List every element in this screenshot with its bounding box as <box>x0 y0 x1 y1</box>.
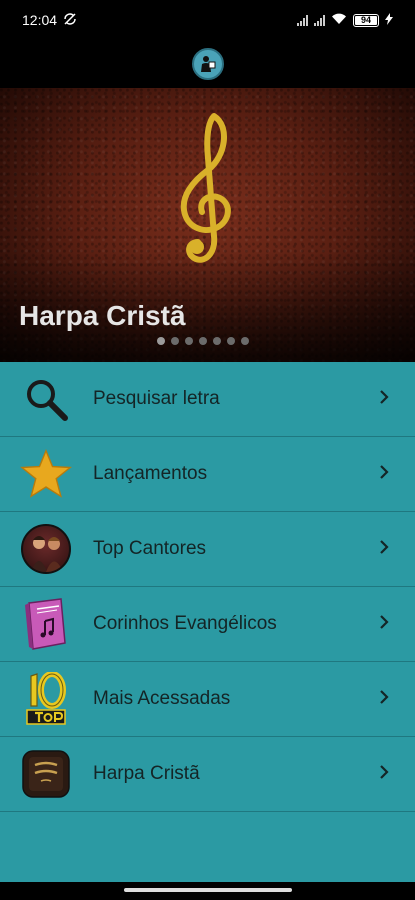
carousel-dot[interactable] <box>227 337 235 345</box>
system-nav-bar <box>0 882 415 900</box>
menu-item-pesquisar-letra[interactable]: Pesquisar letra <box>0 362 415 437</box>
main-menu: Pesquisar letra Lançamentos Top Cantores… <box>0 362 415 882</box>
home-gesture-handle[interactable] <box>124 888 292 892</box>
menu-item-label: Mais Acessadas <box>93 688 231 709</box>
carousel-dot[interactable] <box>199 337 207 345</box>
cell-signal-icon <box>297 14 308 26</box>
carousel-indicator <box>157 337 249 345</box>
carousel-dot[interactable] <box>171 337 179 345</box>
menu-item-top-cantores[interactable]: Top Cantores <box>0 512 415 587</box>
menu-item-corinhos-evangelicos[interactable]: Corinhos Evangélicos <box>0 587 415 662</box>
chevron-right-icon <box>379 389 389 410</box>
wifi-icon <box>331 12 347 28</box>
status-time: 12:04 <box>22 12 58 28</box>
menu-item-harpa-crista[interactable]: Harpa Cristã <box>0 737 415 812</box>
chevron-right-icon <box>379 689 389 710</box>
carousel-dot[interactable] <box>241 337 249 345</box>
menu-item-label: Lançamentos <box>93 463 208 484</box>
songbook-icon <box>20 598 72 650</box>
search-icon <box>20 373 72 425</box>
carousel-dot[interactable] <box>213 337 221 345</box>
menu-item-label: Harpa Cristã <box>93 763 200 784</box>
status-bar: 12:04 94 <box>0 0 415 40</box>
banner-title: Harpa Cristã <box>19 300 186 331</box>
carousel-dot[interactable] <box>157 337 165 345</box>
chevron-right-icon <box>379 764 389 785</box>
chevron-right-icon <box>379 539 389 560</box>
battery-level: 94 <box>360 15 371 25</box>
charging-icon <box>385 12 393 28</box>
treble-clef-icon <box>180 113 231 263</box>
menu-item-label: Pesquisar letra <box>93 388 220 409</box>
menu-item-lancamentos[interactable]: Lançamentos <box>0 437 415 512</box>
chevron-right-icon <box>379 614 389 635</box>
harpa-book-icon <box>20 748 72 800</box>
hero-banner[interactable]: Harpa Cristã <box>0 88 415 362</box>
menu-item-mais-acessadas[interactable]: Mais Acessadas <box>0 662 415 737</box>
menu-item-label: Corinhos Evangélicos <box>93 613 277 634</box>
app-bar <box>0 40 415 88</box>
battery-icon: 94 <box>353 13 379 27</box>
cell-signal-2-icon <box>314 14 325 26</box>
top10-icon <box>20 672 72 725</box>
chevron-right-icon <box>379 464 389 485</box>
singers-thumbnail <box>20 523 72 575</box>
carousel-dot[interactable] <box>185 337 193 345</box>
app-logo-icon[interactable] <box>191 48 224 80</box>
star-icon <box>20 448 72 500</box>
menu-item-label: Top Cantores <box>93 538 207 559</box>
sync-off-icon <box>63 12 77 29</box>
